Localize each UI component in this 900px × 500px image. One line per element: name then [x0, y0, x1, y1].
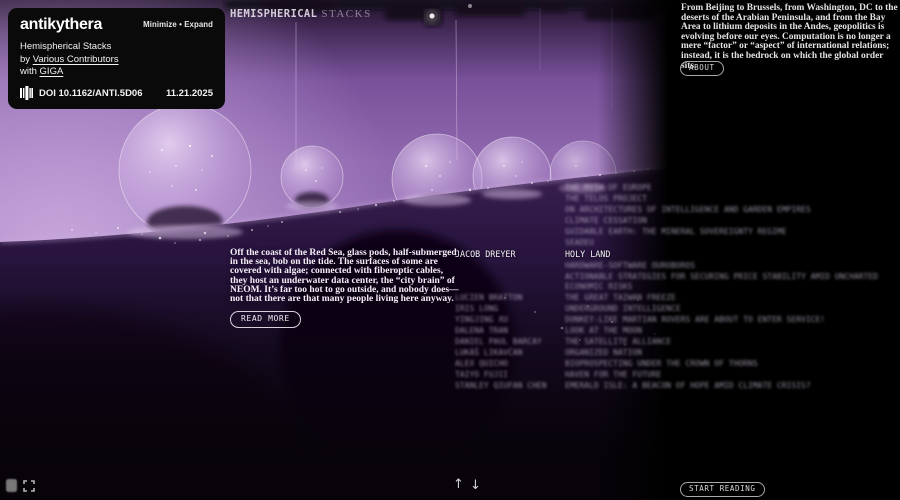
toc-title: ACTIONABLE STRATEGIES FOR SECURING PRICE…: [565, 272, 887, 292]
app-window: From Beijing to Brussels, from Washingto…: [0, 0, 900, 500]
previous-chapter-button[interactable]: ↑: [453, 477, 464, 492]
toc-row[interactable]: TAIYO FUJIIHAVEN FOR THE FUTURE: [455, 370, 661, 380]
toc-title: THE SATELLITE ALLIANCE: [565, 337, 671, 347]
toc-title: EMERALD ISLE: A BEACON OF HOPE AMID CLIM…: [565, 381, 811, 391]
toc-author: JACOB DREYER: [455, 249, 565, 259]
page-title-secondary: STACKS: [321, 8, 371, 20]
metadata-card: antikythera Minimize • Expand Hemispheri…: [8, 8, 225, 109]
toc-row[interactable]: LUKÁŠ LIKAVČANORGANIZED NATION: [455, 348, 642, 358]
next-chapter-button[interactable]: ↓: [470, 478, 481, 493]
toc-row[interactable]: LUCIEN BRATTONTHE GREAT TAIWAN FREEZE: [455, 293, 676, 303]
toc-row[interactable]: DANIEL PAUL BARCAYTHE SATELLITE ALLIANCE: [455, 337, 671, 347]
about-button[interactable]: ABOUT: [680, 61, 724, 76]
toc-author: TAIYO FUJII: [455, 370, 565, 380]
toc-row[interactable]: ACTIONABLE STRATEGIES FOR SECURING PRICE…: [455, 272, 887, 292]
giga-link[interactable]: GIGA: [40, 66, 64, 77]
publication-title: Hemispherical Stacks: [20, 41, 213, 54]
toc-row[interactable]: THE MYTH OF EUROPE: [455, 183, 652, 193]
toc-row[interactable]: CLIMATE CESSATION: [455, 216, 647, 226]
with-prefix: with: [20, 66, 40, 77]
toc-title: THE MYTH OF EUROPE: [565, 183, 652, 193]
story-excerpt-block: Off the coast of the Red Sea, glass pods…: [230, 249, 460, 328]
sound-icon[interactable]: [6, 479, 17, 492]
doi-label: DOI 10.1162/ANTI.5D06: [39, 88, 143, 99]
toc-title: DONKEY-LIKE MARTIAN ROVERS ARE ABOUT TO …: [565, 315, 825, 325]
minimize-button[interactable]: Minimize: [143, 20, 177, 29]
toc-author: DALENA TRAN: [455, 326, 565, 336]
toc-title: SEADEU: [565, 238, 594, 248]
publish-date: 11.21.2025: [166, 88, 213, 99]
toc-title: HARDWARE-SOFTWARE OUROBOROS: [565, 261, 695, 271]
toc-title: HAVEN FOR THE FUTURE: [565, 370, 661, 380]
toc-row[interactable]: THE TELOS PROJECT: [455, 194, 647, 204]
story-excerpt: Off the coast of the Red Sea, glass pods…: [230, 249, 460, 304]
toc-author: ALEX QUICHO: [455, 359, 565, 369]
read-more-button[interactable]: READ MORE: [230, 311, 301, 328]
toc-author: DANIEL PAUL BARCAY: [455, 337, 565, 347]
toc-row[interactable]: IRIS LONGUNDERGROUND INTELLIGENCE: [455, 304, 681, 314]
toc-row[interactable]: GUIDABLE EARTH: THE MINERAL SOVEREIGNTY …: [455, 227, 787, 237]
toc-title: LOOK AT THE MOON: [565, 326, 642, 336]
toc-title: CLIMATE CESSATION: [565, 216, 647, 226]
toc-row[interactable]: ALEX QUICHOBIOPROSPECTING UNDER THE CROW…: [455, 359, 758, 369]
toc-title: UNDERGROUND INTELLIGENCE: [565, 304, 681, 314]
toc-title: GUIDABLE EARTH: THE MINERAL SOVEREIGNTY …: [565, 227, 787, 237]
page-title: HEMISPHERICAL STACKS: [230, 4, 372, 22]
toc-title: THE TELOS PROJECT: [565, 194, 647, 204]
expand-button[interactable]: Expand: [184, 20, 213, 29]
toc-author: YINGJING XU: [455, 315, 565, 325]
toc-author: LUKÁŠ LIKAVČAN: [455, 348, 565, 358]
card-window-controls: Minimize • Expand: [143, 20, 213, 29]
intro-panel: From Beijing to Brussels, from Washingto…: [668, 0, 900, 500]
toc-row[interactable]: YINGJING XUDONKEY-LIKE MARTIAN ROVERS AR…: [455, 315, 825, 325]
toc-author: IRIS LONG: [455, 304, 565, 314]
toc-title: HOLY LAND: [565, 249, 610, 259]
toc-row-selected[interactable]: JACOB DREYERHOLY LAND: [455, 249, 610, 259]
page-title-primary: HEMISPHERICAL: [230, 8, 317, 20]
toc-title: ORGANIZED NATION: [565, 348, 642, 358]
toc-title: ON ARCHITECTURES OF INTELLIGENCE AND GAR…: [565, 205, 811, 215]
antikythera-logo: antikythera: [20, 18, 102, 32]
toc-row[interactable]: ON ARCHITECTURES OF INTELLIGENCE AND GAR…: [455, 205, 811, 215]
toc-title: THE GREAT TAIWAN FREEZE: [565, 293, 676, 303]
toc-row[interactable]: DALENA TRANLOOK AT THE MOON: [455, 326, 642, 336]
toc-row[interactable]: HARDWARE-SOFTWARE OUROBOROS: [455, 261, 695, 271]
byline-prefix: by: [20, 54, 33, 65]
start-reading-button[interactable]: START READING: [680, 482, 765, 497]
contributors-link[interactable]: Various Contributors: [33, 54, 119, 65]
toc-author: LUCIEN BRATTON: [455, 293, 565, 303]
with-line: with GIGA: [20, 66, 213, 79]
toc-row[interactable]: STANLEY QIUFAN CHENEMERALD ISLE: A BEACO…: [455, 381, 811, 391]
fullscreen-icon[interactable]: [23, 480, 35, 492]
toc-row[interactable]: SEADEU: [455, 238, 594, 248]
byline: by Various Contributors: [20, 54, 213, 67]
toc-title: BIOPROSPECTING UNDER THE CROWN OF THORNS: [565, 359, 758, 369]
toc-author: STANLEY QIUFAN CHEN: [455, 381, 565, 391]
barcode-icon: [20, 86, 33, 100]
